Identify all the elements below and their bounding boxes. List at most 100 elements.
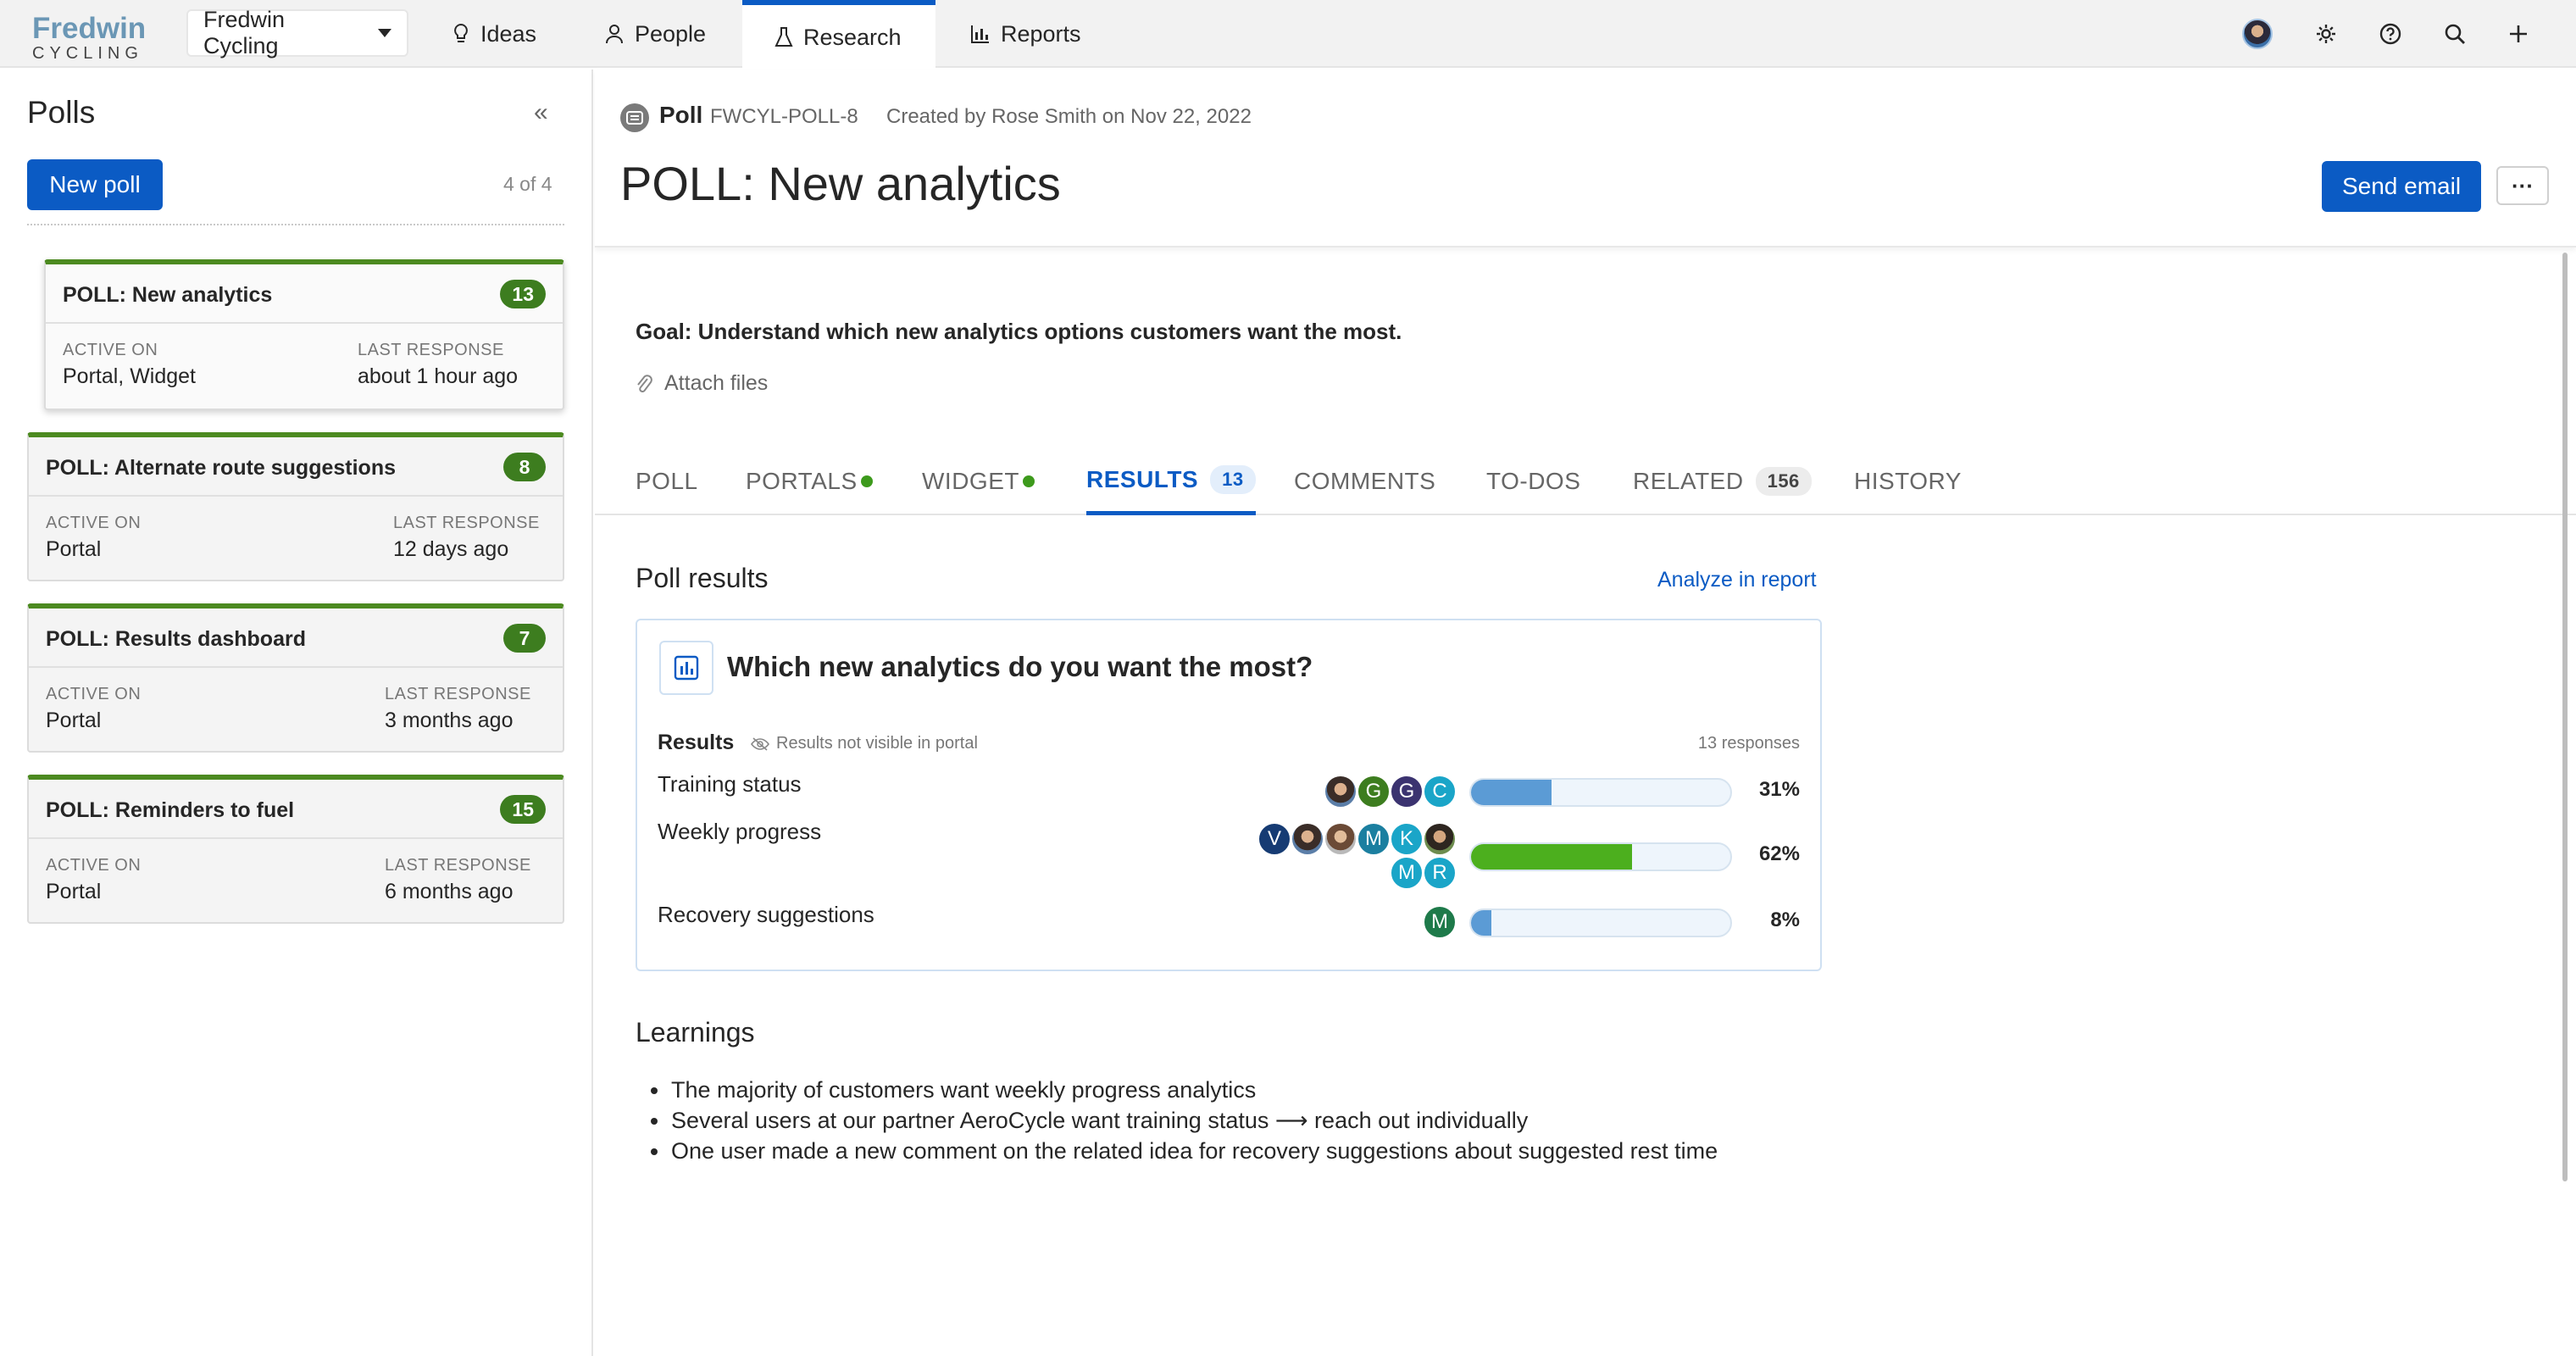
last-response-label: LAST RESPONSE (393, 514, 540, 532)
collapse-sidebar-icon[interactable]: « (534, 98, 548, 127)
last-response-label: LAST RESPONSE (358, 341, 504, 359)
last-response-label: LAST RESPONSE (385, 856, 531, 875)
avatar[interactable]: R (1423, 856, 1457, 890)
record-header: Poll FWCYL-POLL-8 Created by Rose Smith … (595, 69, 2576, 247)
last-response-value: about 1 hour ago (358, 364, 519, 388)
workspace-select[interactable]: Fredwin Cycling (186, 7, 408, 58)
gear-icon[interactable] (2311, 19, 2341, 49)
card-divider (29, 495, 563, 497)
poll-card-alternate-route[interactable]: POLL: Alternate route suggestions 8 ACTI… (27, 432, 564, 581)
tab-poll[interactable]: POLL (636, 447, 698, 515)
last-response-value: 12 days ago (393, 537, 509, 561)
poll-card-results-dashboard[interactable]: POLL: Results dashboard 7 ACTIVE ON Port… (27, 603, 564, 753)
attach-files-label: Attach files (664, 371, 769, 395)
poll-card-count-badge: 8 (503, 453, 546, 481)
paperclip-icon (636, 373, 652, 395)
option-label: Training status (658, 771, 802, 797)
tab-widget[interactable]: WIDGET (922, 447, 1035, 515)
nav-tab-people[interactable]: People (572, 0, 738, 68)
record-tabs: POLL PORTALS WIDGET RESULTS 13 COMMENTS T… (595, 447, 2576, 515)
poll-card-reminders-to-fuel[interactable]: POLL: Reminders to fuel 15 ACTIVE ON Por… (27, 775, 564, 924)
result-bar-fill (1471, 844, 1632, 870)
active-on-label: ACTIVE ON (46, 514, 142, 532)
tab-label: PORTALS (746, 468, 858, 494)
tab-label: POLL (636, 468, 698, 494)
result-bar (1469, 842, 1732, 871)
send-email-button[interactable]: Send email (2322, 161, 2481, 212)
record-id[interactable]: FWCYL-POLL-8 (710, 105, 858, 129)
avatar[interactable] (1423, 822, 1457, 856)
nav-tab-ideas[interactable]: Ideas (419, 0, 569, 68)
card-divider (46, 322, 563, 324)
new-poll-button[interactable]: New poll (27, 159, 163, 210)
result-bar-fill (1471, 780, 1552, 805)
tab-count-badge: 156 (1755, 467, 1812, 496)
tab-comments[interactable]: COMMENTS (1294, 447, 1435, 515)
tab-related[interactable]: RELATED 156 (1633, 447, 1812, 515)
last-response-value: 3 months ago (385, 709, 514, 732)
person-icon (604, 23, 625, 45)
logo-text: Fredwin (32, 12, 147, 45)
avatar[interactable]: M (1423, 905, 1457, 939)
attach-files-link[interactable]: Attach files (636, 371, 768, 396)
poll-icon (620, 103, 649, 132)
tab-history[interactable]: HISTORY (1854, 447, 1962, 515)
nav-tab-label: Reports (1001, 20, 1081, 47)
avatar[interactable]: G (1390, 775, 1424, 809)
tab-label: WIDGET (922, 468, 1019, 494)
learnings-list[interactable]: The majority of customers want weekly pr… (650, 1075, 1718, 1166)
poll-card-count-badge: 7 (503, 624, 546, 653)
page-title[interactable]: POLL: New analytics (620, 156, 1061, 211)
tab-label: RELATED (1633, 468, 1744, 494)
tab-results[interactable]: RESULTS 13 (1086, 447, 1256, 515)
more-options-button[interactable]: ··· (2496, 166, 2549, 205)
poll-card-count-badge: 15 (500, 795, 546, 824)
record-created: Created by Rose Smith on Nov 22, 2022 (886, 105, 1252, 128)
poll-card-count-badge: 13 (500, 280, 546, 308)
nav-tab-reports[interactable]: Reports (938, 0, 1113, 68)
active-on-value: Portal, Widget (63, 364, 197, 388)
scrollbar[interactable] (2562, 253, 2568, 1181)
result-bar-fill (1471, 910, 1492, 936)
avatar[interactable] (1324, 775, 1357, 809)
plus-icon[interactable] (2503, 19, 2534, 49)
tab-label: COMMENTS (1294, 468, 1436, 494)
active-on-label: ACTIVE ON (63, 341, 158, 359)
result-bar (1469, 778, 1732, 807)
search-icon[interactable] (2440, 19, 2470, 49)
nav-tab-label: Research (803, 24, 902, 50)
avatar[interactable]: V (1257, 822, 1291, 856)
goal-text[interactable]: Goal: Understand which new analytics opt… (636, 319, 1402, 345)
poll-card-title: POLL: Reminders to fuel (46, 798, 295, 822)
tab-portals[interactable]: PORTALS (746, 447, 873, 515)
list-item: One user made a new comment on the relat… (650, 1136, 1718, 1166)
active-on-value: Portal (46, 880, 102, 903)
top-nav: Fredwin CYCLING Fredwin Cycling Ideas Pe… (0, 0, 2576, 69)
avatar[interactable]: M (1390, 856, 1424, 890)
option-label: Recovery suggestions (658, 902, 874, 927)
polls-sidebar: Polls « New poll 4 of 4 POLL: New analyt… (0, 69, 593, 1356)
sidebar-title: Polls (27, 95, 96, 130)
avatar[interactable] (1324, 822, 1357, 856)
results-label: Results (658, 731, 735, 754)
active-on-value: Portal (46, 709, 102, 732)
poll-results-heading: Poll results (636, 563, 769, 593)
avatar[interactable]: G (1357, 775, 1391, 809)
avatar[interactable] (1291, 822, 1324, 856)
avatar[interactable]: C (1423, 775, 1457, 809)
nav-tab-research[interactable]: Research (742, 0, 935, 69)
logo-subtext: CYCLING (32, 44, 143, 63)
visibility-note: Results not visible in portal (751, 734, 978, 753)
analyze-in-report-link[interactable]: Analyze in report (1657, 568, 1817, 592)
fredwin-logo[interactable]: Fredwin CYCLING (32, 14, 151, 62)
active-on-label: ACTIVE ON (46, 685, 142, 703)
poll-card-new-analytics[interactable]: POLL: New analytics 13 ACTIVE ON Portal,… (44, 259, 564, 410)
tab-todos[interactable]: TO-DOS (1486, 447, 1580, 515)
avatar[interactable]: M (1357, 822, 1391, 856)
list-item: Several users at our partner AeroCycle w… (650, 1105, 1718, 1136)
avatar[interactable]: K (1390, 822, 1424, 856)
option-label: Weekly progress (658, 819, 822, 844)
lightbulb-icon (452, 23, 470, 45)
user-avatar[interactable] (2242, 19, 2273, 49)
help-icon[interactable] (2375, 19, 2406, 49)
